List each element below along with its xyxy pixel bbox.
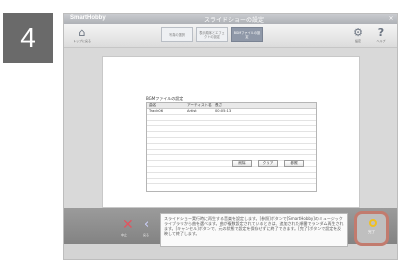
track-artist: Artist: [187, 109, 197, 113]
reference-button[interactable]: 参照: [284, 160, 304, 167]
clear-button[interactable]: クリア: [258, 160, 278, 167]
x-icon[interactable]: ✕: [122, 218, 134, 232]
ok-button[interactable]: 完了: [354, 211, 389, 246]
tab-order-effects[interactable]: 表示順序とエフェクトの設定: [196, 27, 228, 42]
title-bar: SmartHobby スライドショーの設定 ×: [64, 14, 397, 24]
column-header-title[interactable]: 曲名: [147, 103, 185, 108]
close-button[interactable]: ×: [387, 15, 395, 22]
track-title: Track06: [149, 109, 163, 113]
tab-bgm-settings[interactable]: BGMファイルの設定: [231, 27, 263, 42]
back-label: 戻る: [143, 233, 150, 237]
empty-row: [147, 179, 316, 185]
step-number-badge: 4: [3, 13, 53, 63]
home-label: トップに戻る: [72, 39, 91, 43]
column-header-length[interactable]: 長さ: [213, 103, 253, 108]
column-header-artist[interactable]: アーティスト名: [185, 103, 213, 108]
tab-select-photos[interactable]: 写真の選択: [161, 27, 193, 42]
home-button[interactable]: ⌂ トップに戻る: [68, 26, 96, 46]
ok-circle-icon: [369, 219, 377, 227]
content-panel: BGMファイルの設定 曲名 アーティスト名 長さ Track06 Artist …: [102, 56, 360, 208]
ok-label: 完了: [368, 230, 375, 234]
window-title: スライドショーの設定: [204, 17, 265, 24]
cancel-label: 中止: [121, 233, 128, 237]
question-icon: ?: [377, 26, 385, 39]
toolbar: ⌂ トップに戻る 写真の選択 表示順序とエフェクトの設定 BGMファイルの設定 …: [64, 24, 397, 48]
gear-icon: ⚙: [353, 26, 363, 39]
delete-button[interactable]: 削除: [232, 160, 252, 167]
back-arrow-icon[interactable]: ‹: [144, 218, 149, 232]
list-buttons: 削除 クリア 参照: [232, 160, 304, 167]
bgm-track-list[interactable]: 曲名 アーティスト名 長さ Track06 Artist 00:05:13: [146, 102, 317, 192]
home-icon: ⌂: [78, 26, 86, 39]
instruction-message: スライドショー実行時に再生する音楽を設定します。[参照]ボタンで[SmartHo…: [160, 213, 348, 247]
track-length: 00:05:13: [215, 109, 232, 113]
step-tabs: 写真の選択 表示順序とエフェクトの設定 BGMファイルの設定: [161, 27, 263, 42]
app-window: SmartHobby スライドショーの設定 × ⌂ トップに戻る 写真の選択 表…: [63, 13, 398, 260]
help-label: ヘルプ: [376, 39, 386, 43]
settings-label: 設定: [354, 39, 361, 43]
app-name: SmartHobby: [70, 15, 106, 21]
help-button[interactable]: ? ヘルプ: [367, 26, 395, 46]
